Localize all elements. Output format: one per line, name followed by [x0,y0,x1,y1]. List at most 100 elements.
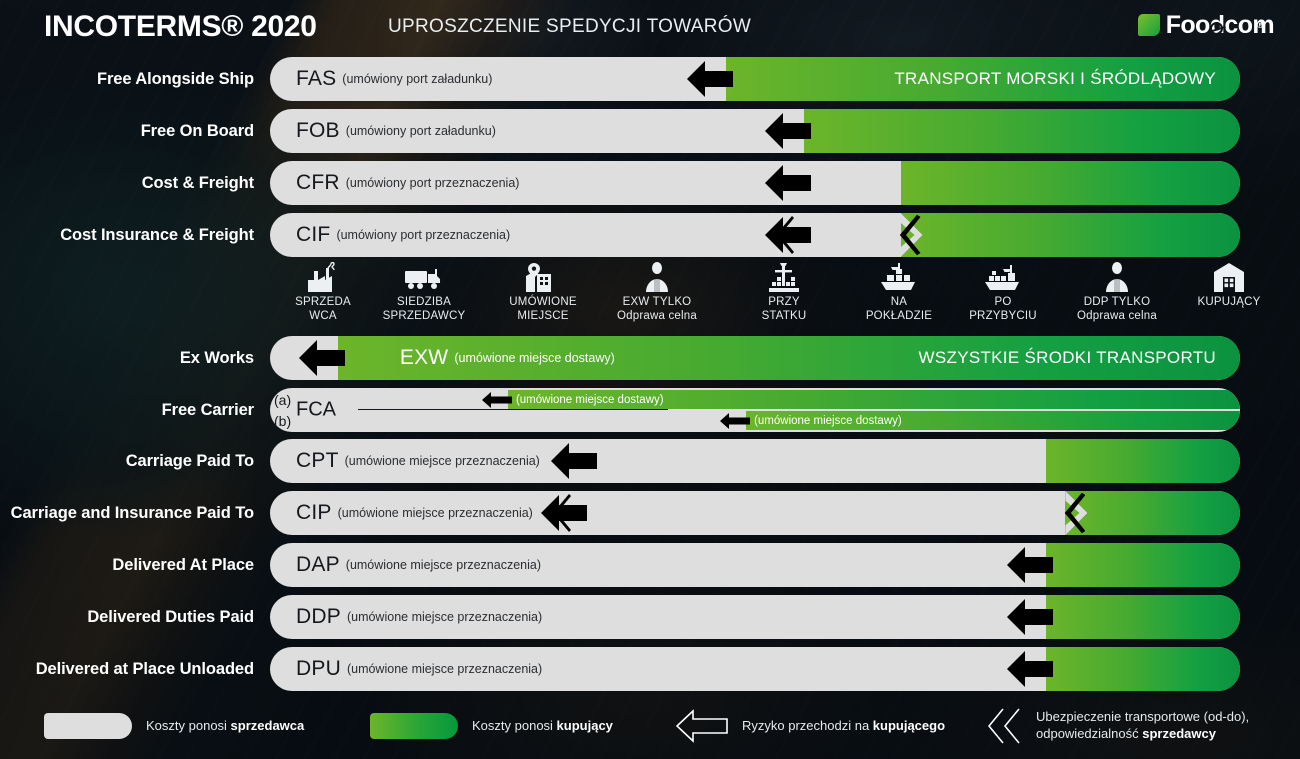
port-crane-icon [729,258,839,292]
milestone-strip: SPRZEDA WCA SIEDZIBA SPRZEDAWCY UMÓWIONE M… [270,258,1300,332]
insurance-chevron-icon [987,708,1022,744]
risk-transfer-arrow-icon [675,709,728,743]
incoterm-place: (umówiony port załadunku) [342,72,493,86]
incoterm-row-cip: Carriage and Insurance Paid To CIP (umówio… [0,491,1300,535]
cost-bar-cif: CIF (umówiony port przeznaczenia) [270,213,1240,257]
incoterm-code: FCA [296,398,336,421]
legend-text-plain: Ryzyko przechodzi na [742,717,873,733]
bar-area: FAS (umówiony port załadunku) TRANSPORT MO… [270,57,1300,101]
incoterm-code: DAP [296,553,340,576]
legend-item-3: Ryzyko przechodzi na kupującego [675,700,945,752]
factory-icon [268,258,378,292]
milestone-caption: PRZY STATKU [761,296,807,323]
incoterm-label-dpu: Delivered at Place Unloaded [35,659,254,678]
incoterm-label-fca: Free Carrier [161,400,254,419]
incoterm-label-exw: Ex Works [179,348,254,367]
milestone-9: KUPUJĄCY [1174,258,1284,309]
incoterm-place: (umówione miejsce dostawy) [515,393,664,406]
milestone-caption: SPRZEDA WCA [295,296,351,323]
milestone-7: PO PRZYBYCIU [948,258,1058,323]
incoterm-label-fas: Free Alongside Ship [96,69,254,88]
legend-text-emphasis: sprzedawcy [1142,726,1216,741]
incoterm-label-cpt: Carriage Paid To [125,451,254,470]
legend-text: Ryzyko przechodzi na kupującego [742,718,945,735]
bar-caption: CPT (umówione miejsce przeznaczenia) [270,439,540,483]
bar-caption: DDP (umówione miejsce przeznaczenia) [270,595,542,639]
legend-item-4: Ubezpieczenie transportowe (od-do), odpo… [987,700,1276,752]
warehouse-icon [1174,258,1284,292]
bar-caption: CIF (umówiony port przeznaczenia) [270,213,510,257]
incoterm-label-fob: Free On Board [140,121,254,140]
incoterm-place: (umówione miejsce dostawy) [754,414,902,427]
cost-bar-cip: CIP (umówione miejsce przeznaczenia) [270,491,1240,535]
buyer-cost-segment [1046,595,1240,639]
buyer-cost-segment [900,161,1240,205]
registered-mark: ® [1256,19,1264,30]
bar-area: CIP (umówione miejsce przeznaczenia) [270,491,1300,535]
milestone-1: SPRZEDA WCA [268,258,378,323]
legend-item-1: Koszty ponosi sprzedawca [44,700,304,752]
bar-area: CPT (umówione miejsce przeznaczenia) [270,439,1300,483]
fca-variant-tag: (b) [274,413,292,429]
legend-text-emphasis: kupującego [872,717,946,733]
milestone-4: EXW TYLKO Odprawa celna [602,258,712,323]
incoterm-row-ddp: Delivered Duties Paid DDP (umówione miejsc… [0,595,1300,639]
legend-text: Koszty ponosi kupujący [472,718,613,735]
incoterm-place: (umówione miejsce przeznaczenia) [346,610,543,624]
cost-bar-exw: EXW (umówione miejsce dostawy) WSZYSTKIE Ś… [270,336,1240,380]
risk-transfer-arrow [764,111,811,151]
incoterm-code: FOB [296,119,340,142]
milestone-caption: PO PRZYBYCIU [969,296,1037,323]
buyer-cost-segment [803,109,1240,153]
buyer-cost-segment [1046,543,1240,587]
legend-text-plain: Koszty ponosi [472,717,557,733]
legend-text-emphasis: kupujący [556,717,613,733]
bar-caption: FAS (umówiony port załadunku) [270,57,492,101]
risk-transfer-arrow [481,391,512,409]
legend-item-2: Koszty ponosi kupujący [370,700,613,752]
cost-bar-dap: DAP (umówione miejsce przeznaczenia) [270,543,1240,587]
bar-area: FOB (umówiony port załadunku) [270,109,1300,153]
truck-icon [369,258,479,292]
incoterm-code: EXW [399,346,449,369]
incoterm-code: CIP [296,501,332,524]
bar-area: EXW (umówione miejsce dostawy) WSZYSTKIE Ś… [270,336,1300,380]
buyer-cost-segment [900,213,1240,257]
incoterm-code: DDP [296,605,341,628]
seller-cost-swatch [44,713,132,739]
bar-caption: DAP (umówione miejsce przeznaczenia) [270,543,541,587]
transport-mode-label: TRANSPORT MORSKI I ŚRÓDLĄDOWY [894,69,1216,88]
page-title: INCOTERMS® 2020 [44,10,317,43]
milestone-8: DDP TYLKO Odprawa celna [1062,258,1172,323]
incoterm-row-fas: Free Alongside Ship FAS (umówiony port zał… [0,57,1300,101]
incoterm-label-dap: Delivered At Place [112,555,254,574]
incoterm-place: (umówiony port załadunku) [345,124,496,138]
incoterm-label-cip: Carriage and Insurance Paid To [10,503,254,522]
incoterm-row-cif: Cost Insurance & Freight CIF (umówiony por… [0,213,1300,257]
legend-text-emphasis: sprzedawca [230,717,305,733]
person-icon [602,258,712,292]
bar-area: DDP (umówione miejsce przeznaczenia) [270,595,1300,639]
milestone-5: PRZY STATKU [729,258,839,323]
incoterm-row-cfr: Cost & Freight CFR (umówiony port przeznac… [0,161,1300,205]
bar-caption: EXW (umówione miejsce dostawy) [374,336,615,380]
bar-area: DAP (umówione miejsce przeznaczenia) [270,543,1300,587]
incoterm-code: CPT [296,449,339,472]
incoterm-code: CIF [296,223,331,246]
bar-caption: CIP (umówione miejsce przeznaczenia) [270,491,533,535]
buyer-cost-swatch [370,713,458,739]
milestone-subcaption: Odprawa celna [1077,310,1157,323]
incoterm-code: FAS [296,67,337,90]
incoterm-code: CFR [296,171,340,194]
incoterm-place: (umówione miejsce przeznaczenia) [337,506,533,520]
incoterm-label-cif: Cost Insurance & Freight [60,225,254,244]
incoterm-place: (umówiony port przeznaczenia) [345,176,520,190]
incoterm-row-dpu: Delivered at Place Unloaded DPU (umówione … [0,647,1300,691]
incoterm-place: (umówione miejsce przeznaczenia) [346,662,543,676]
bar-caption: DPU (umówione miejsce przeznaczenia) [270,647,542,691]
brand-logo[interactable]: Foodcom ® [1137,11,1275,39]
transport-mode-label: WSZYSTKIE ŚRODKI TRANSPORTU [918,348,1216,367]
milestone-caption: DDP TYLKO [1083,296,1151,308]
incoterm-row-dap: Delivered At Place DAP (umówione miejsce p… [0,543,1300,587]
page-subtitle: UPROSZCZENIE SPEDYCJI TOWARÓW [388,16,752,37]
